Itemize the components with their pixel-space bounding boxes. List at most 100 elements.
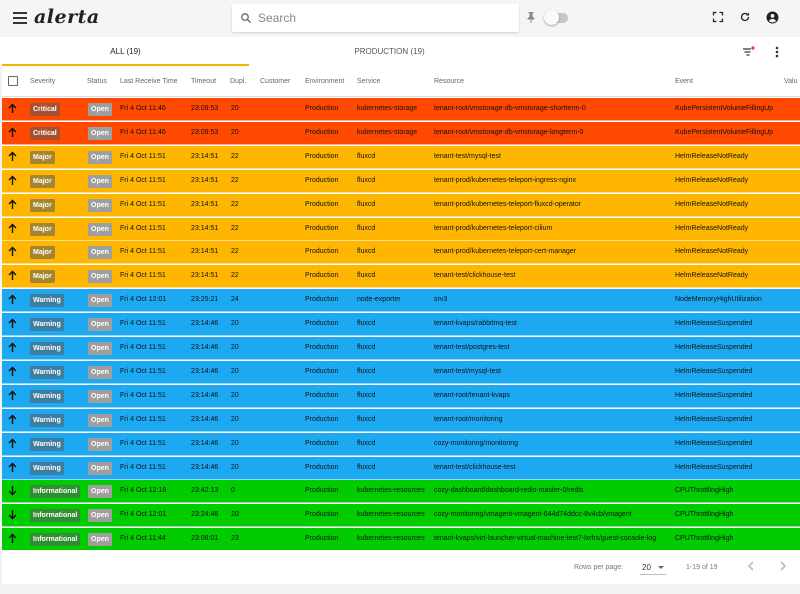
- header-event[interactable]: Event: [675, 78, 693, 85]
- table-row[interactable]: Warning Open Fri 4 Oct 11:51 23:14:46 20 Prod…: [2, 360, 800, 384]
- table-row[interactable]: Informational Open Fri 4 Oct 12:01 23:24:46…: [2, 504, 800, 528]
- table-row[interactable]: Warning Open Fri 4 Oct 11:51 23:14:46 20 Prod…: [2, 456, 800, 480]
- cell-event: CPUThrottlingHigh: [675, 535, 734, 543]
- tab-all[interactable]: ALL (19): [2, 37, 249, 66]
- more-vert-icon[interactable]: [775, 46, 779, 58]
- cell-dupl: 20: [231, 320, 239, 328]
- refresh-icon[interactable]: [739, 11, 751, 23]
- cell-last-receive-time: Fri 4 Oct 11:51: [120, 344, 166, 351]
- cell-resource: tenant-root/tenant-kvaps: [434, 391, 510, 399]
- cell-environment: Production: [305, 152, 339, 160]
- cell-dupl: 20: [231, 415, 239, 423]
- table-row[interactable]: Major Open Fri 4 Oct 11:51 23:14:51 22 Produc…: [2, 193, 800, 217]
- table-row[interactable]: Warning Open Fri 4 Oct 12:01 23:25:21 24 Prod…: [2, 289, 800, 313]
- cell-service: kubernetes-storage: [357, 128, 418, 136]
- cell-last-receive-time: Fri 4 Oct 11:51: [120, 272, 166, 280]
- table-row[interactable]: Major Open Fri 4 Oct 11:51 23:14:51 22 Produc…: [2, 241, 800, 265]
- search-input[interactable]: [258, 11, 498, 25]
- cell-event: NodeMemoryHighUtilization: [675, 296, 762, 304]
- search-box[interactable]: [232, 4, 519, 32]
- cell-environment: Production: [305, 105, 339, 112]
- cell-dupl: 20: [231, 128, 239, 136]
- select-all-checkbox[interactable]: [8, 76, 18, 86]
- status-badge: Open: [88, 150, 112, 164]
- cell-resource: tenant-prod/kubernetes-teleport-ingress-…: [434, 176, 577, 184]
- table-row[interactable]: Informational Open Fri 4 Oct 11:44 23:08:01…: [2, 528, 800, 550]
- header-last-receive-time[interactable]: Last Receive Time: [120, 78, 178, 85]
- table-row[interactable]: Major Open Fri 4 Oct 11:51 23:14:51 22 Produc…: [2, 265, 800, 289]
- cell-service: kubernetes-resources: [357, 535, 425, 543]
- fullscreen-icon[interactable]: [712, 11, 724, 23]
- status-badge: Open: [88, 461, 112, 475]
- cell-timeout: 23:08:01: [191, 535, 219, 543]
- table-row[interactable]: Warning Open Fri 4 Oct 11:51 23:14:46 20 Prod…: [2, 384, 800, 408]
- table-row[interactable]: Critical Open Fri 4 Oct 11:46 23:09:53 20 Pro…: [2, 121, 800, 145]
- cell-service: fluxcd: [357, 415, 376, 423]
- status-badge: Open: [88, 485, 112, 499]
- table-row[interactable]: Warning Open Fri 4 Oct 11:51 23:14:46 20 Prod…: [2, 408, 800, 432]
- filter-icon[interactable]: [742, 46, 755, 57]
- cell-environment: Production: [305, 296, 339, 304]
- watch-toggle[interactable]: [544, 10, 568, 25]
- prev-page-icon[interactable]: [747, 561, 755, 571]
- cell-timeout: 23:14:46: [191, 439, 219, 447]
- arrow-down-icon: [8, 510, 17, 520]
- table-row[interactable]: Informational Open Fri 4 Oct 12:18 23:42:13…: [2, 480, 800, 504]
- next-page-icon[interactable]: [779, 561, 787, 571]
- table-row[interactable]: Major Open Fri 4 Oct 11:51 23:14:51 22 Produc…: [2, 145, 800, 169]
- table-row[interactable]: Major Open Fri 4 Oct 11:51 23:14:51 22 Produc…: [2, 217, 800, 241]
- cell-dupl: 20: [231, 367, 239, 375]
- cell-event: HelmReleaseNotReady: [675, 176, 749, 184]
- cell-last-receive-time: Fri 4 Oct 11:51: [120, 200, 166, 208]
- cell-timeout: 23:14:46: [191, 415, 219, 423]
- header-status[interactable]: Status: [87, 78, 107, 85]
- severity-badge: Warning: [30, 318, 64, 332]
- cell-timeout: 23:24:46: [191, 511, 219, 519]
- cell-last-receive-time: Fri 4 Oct 11:51: [120, 463, 166, 471]
- tab-production[interactable]: PRODUCTION (19): [266, 37, 513, 66]
- severity-badge: Informational: [30, 509, 81, 523]
- cell-event: HelmReleaseSuspended: [675, 463, 753, 471]
- cell-environment: Production: [305, 224, 339, 232]
- header-service[interactable]: Service: [357, 78, 380, 85]
- header-dupl[interactable]: Dupl.: [230, 78, 246, 85]
- arrow-up-icon: [8, 438, 17, 448]
- cell-service: fluxcd: [357, 176, 376, 184]
- status-badge: Open: [88, 342, 112, 355]
- header-timeout[interactable]: Timeout: [191, 78, 216, 85]
- cell-environment: Production: [305, 248, 339, 256]
- cell-service: fluxcd: [357, 152, 376, 160]
- header-customer[interactable]: Customer: [260, 78, 290, 85]
- cell-last-receive-time: Fri 4 Oct 11:51: [120, 176, 166, 184]
- severity-badge: Critical: [30, 103, 60, 116]
- cell-event: HelmReleaseNotReady: [675, 272, 749, 280]
- table-row[interactable]: Warning Open Fri 4 Oct 11:51 23:14:46 20 Prod…: [2, 337, 800, 360]
- table-row[interactable]: Warning Open Fri 4 Oct 11:51 23:14:46 20 Prod…: [2, 432, 800, 456]
- cell-timeout: 23:14:51: [191, 224, 219, 232]
- cell-last-receive-time: Fri 4 Oct 11:51: [120, 367, 166, 375]
- app-logo[interactable]: alerta: [34, 6, 100, 28]
- rows-per-page-select[interactable]: 20: [640, 559, 666, 575]
- header-value[interactable]: Valu: [784, 78, 798, 85]
- cell-last-receive-time: Fri 4 Oct 11:51: [120, 248, 166, 256]
- cell-service: kubernetes-resources: [357, 487, 425, 495]
- arrow-up-icon: [8, 175, 17, 185]
- arrow-down-icon: [8, 486, 17, 496]
- arrow-up-icon: [8, 270, 17, 281]
- table-row[interactable]: Warning Open Fri 4 Oct 11:51 23:14:46 20 Prod…: [2, 313, 800, 337]
- header-environment[interactable]: Environment: [305, 78, 344, 85]
- cell-resource: tenant-prod/kubernetes-teleport-fluxcd-o…: [434, 200, 582, 208]
- header-severity[interactable]: Severity: [30, 78, 55, 85]
- pin-icon[interactable]: [526, 11, 536, 23]
- cell-environment: Production: [305, 367, 339, 375]
- cell-resource: tenant-kvaps/virt-launcher-virtual-machi…: [434, 535, 657, 543]
- cell-resource: tenant-root/monitoring: [434, 415, 503, 423]
- header-resource[interactable]: Resource: [434, 78, 464, 85]
- table-row[interactable]: Major Open Fri 4 Oct 11:51 23:14:51 22 Produc…: [2, 169, 800, 193]
- cell-last-receive-time: Fri 4 Oct 11:46: [120, 105, 166, 112]
- table-row[interactable]: Critical Open Fri 4 Oct 11:46 23:09:53 20 Pro…: [2, 98, 800, 121]
- cell-event: CPUThrottlingHigh: [675, 511, 734, 519]
- menu-icon[interactable]: [13, 12, 27, 24]
- status-badge: Open: [88, 103, 112, 116]
- account-icon[interactable]: [766, 11, 779, 24]
